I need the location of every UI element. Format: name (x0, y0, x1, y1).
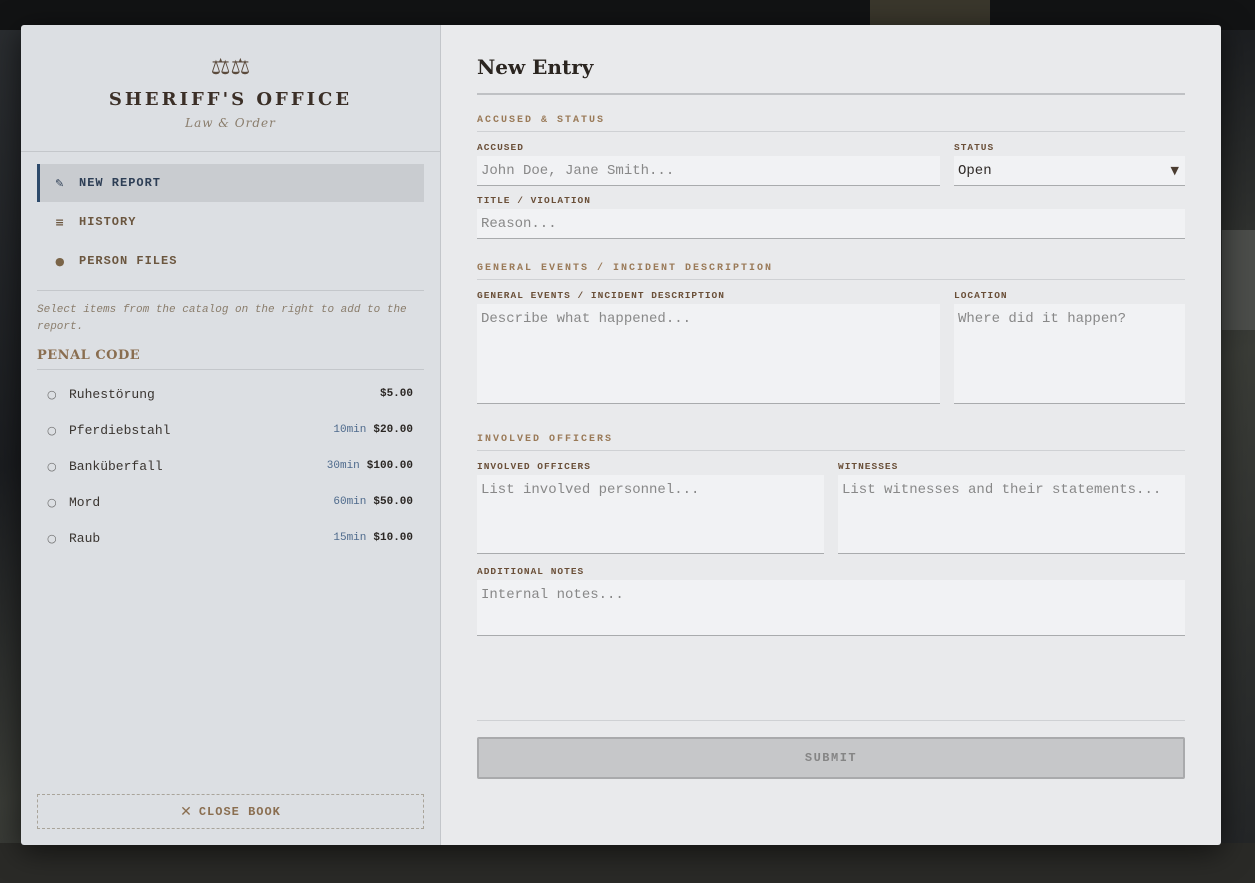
chevron-down-icon: ▼ (1170, 164, 1179, 177)
sidebar-item-label: NEW REPORT (79, 176, 162, 190)
sidebar-item-person-files[interactable]: ● PERSON FILES (37, 242, 424, 280)
catalog-hint: Select items from the catalog on the rig… (37, 304, 407, 333)
sidebar-item-history[interactable]: ≡ HISTORY (37, 203, 424, 241)
penal-item-price: $100.00 (366, 460, 413, 472)
witnesses-textarea[interactable] (838, 475, 1185, 554)
notes-field-group: ADDITIONAL NOTES (477, 566, 1185, 636)
events-label: GENERAL EVENTS / INCIDENT DESCRIPTION (477, 290, 725, 301)
submit-button[interactable]: SUBMIT (477, 737, 1185, 779)
list-item[interactable]: ○ Pferdiebstahl 10min $20.00 (37, 412, 424, 448)
status-field-group: STATUS Open ▼ (954, 142, 1185, 186)
events-textarea[interactable] (477, 304, 940, 404)
person-icon: ● (55, 254, 66, 268)
penal-item-price: $20.00 (373, 424, 413, 436)
status-select[interactable]: Open ▼ (954, 156, 1185, 186)
list-item[interactable]: ○ Ruhestörung $5.00 (37, 376, 424, 412)
penal-code-heading: PENAL CODE (37, 348, 424, 370)
accused-input[interactable] (477, 156, 940, 186)
penal-item-time: 10min (333, 424, 367, 436)
location-field-group: LOCATION (954, 290, 1185, 404)
penal-item-price: $10.00 (373, 532, 413, 544)
circle-icon: ○ (47, 423, 57, 437)
close-icon: ✕ (180, 803, 193, 820)
penal-item-time: 60min (333, 496, 367, 508)
sidebar: ⚖⚖ SHERIFF'S OFFICE Law & Order ✎ NEW RE… (21, 25, 441, 845)
title-violation-label: TITLE / VIOLATION (477, 195, 591, 206)
notes-textarea[interactable] (477, 580, 1185, 636)
status-value: Open (958, 162, 992, 179)
section-heading-officers: INVOLVED OFFICERS (477, 434, 1185, 451)
penal-item-time: 15min (333, 532, 367, 544)
location-label: LOCATION (954, 290, 1008, 301)
submit-divider (477, 720, 1185, 721)
events-field-group: GENERAL EVENTS / INCIDENT DESCRIPTION (477, 290, 940, 404)
location-textarea[interactable] (954, 304, 1185, 404)
section-heading-accused: ACCUSED & STATUS (477, 115, 1185, 132)
page-title: New Entry (477, 55, 1185, 95)
penal-item-name: Ruhestörung (69, 386, 155, 402)
background-beam-light (870, 0, 990, 26)
close-book-label: CLOSE BOOK (198, 804, 281, 819)
penal-item-time: 30min (326, 460, 360, 472)
section-heading-events: GENERAL EVENTS / INCIDENT DESCRIPTION (477, 263, 1185, 280)
penal-item-name: Mord (69, 494, 101, 510)
circle-icon: ○ (47, 387, 57, 401)
notes-label: ADDITIONAL NOTES (477, 566, 585, 577)
penal-code-list: ○ Ruhestörung $5.00 ○ Pferdiebstahl 10mi… (21, 370, 440, 556)
list-icon: ≡ (55, 215, 66, 229)
title-violation-input[interactable] (477, 209, 1185, 239)
officers-label: INVOLVED OFFICERS (477, 461, 591, 472)
sidebar-item-label: PERSON FILES (79, 254, 178, 268)
penal-item-price: $50.00 (373, 496, 413, 508)
list-item[interactable]: ○ Raub 15min $10.00 (37, 520, 424, 556)
penal-item-name: Pferdiebstahl (69, 422, 171, 438)
penal-item-name: Raub (69, 530, 101, 546)
pen-icon: ✎ (55, 176, 66, 190)
brand-subtitle: Law & Order (185, 116, 276, 130)
background-floor (0, 843, 1255, 883)
sidebar-item-new-report[interactable]: ✎ NEW REPORT (37, 164, 424, 202)
circle-icon: ○ (47, 531, 57, 545)
list-item[interactable]: ○ Mord 60min $50.00 (37, 484, 424, 520)
accused-field-group: ACCUSED (477, 142, 940, 186)
penal-item-name: Banküberfall (69, 458, 163, 474)
close-book-button[interactable]: ✕ CLOSE BOOK (37, 794, 424, 829)
nav-divider (37, 290, 424, 291)
sidebar-nav: ✎ NEW REPORT ≡ HISTORY ● PERSON FILES (21, 152, 440, 280)
brand-title: SHERIFF'S OFFICE (108, 89, 353, 110)
background-object (1222, 230, 1255, 330)
officers-textarea[interactable] (477, 475, 824, 554)
brand-header: ⚖⚖ SHERIFF'S OFFICE Law & Order (21, 25, 440, 152)
sheriff-book-window: ⚖⚖ SHERIFF'S OFFICE Law & Order ✎ NEW RE… (21, 25, 1221, 845)
accused-label: ACCUSED (477, 142, 524, 153)
circle-icon: ○ (47, 459, 57, 473)
circle-icon: ○ (47, 495, 57, 509)
title-field-group: TITLE / VIOLATION (477, 195, 1185, 239)
witnesses-label: WITNESSES (838, 461, 899, 472)
scales-icon: ⚖⚖ (210, 55, 251, 80)
penal-item-price: $5.00 (379, 388, 413, 400)
report-form-panel: New Entry ACCUSED & STATUS ACCUSED STATU… (441, 25, 1221, 845)
status-label: STATUS (954, 142, 995, 153)
list-item[interactable]: ○ Banküberfall 30min $100.00 (37, 448, 424, 484)
witnesses-field-group: WITNESSES (838, 461, 1185, 554)
sidebar-item-label: HISTORY (79, 215, 137, 229)
officers-field-group: INVOLVED OFFICERS (477, 461, 824, 554)
